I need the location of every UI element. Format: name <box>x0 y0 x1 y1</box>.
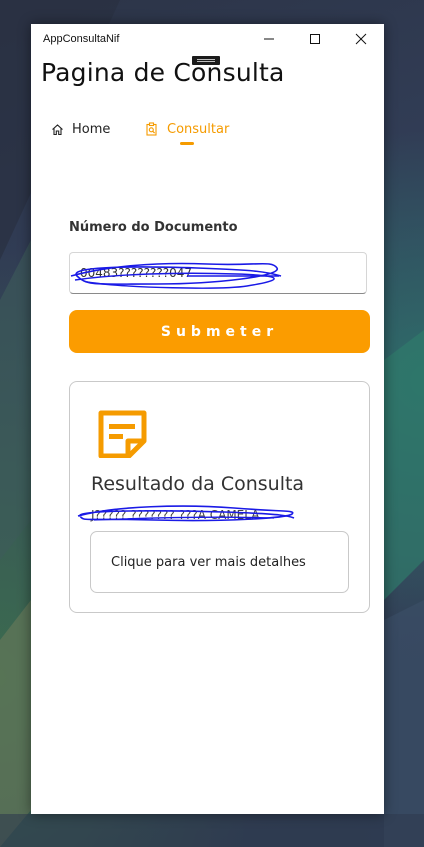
result-name-value: J????? ??????? ???A CAMELA <box>91 508 260 522</box>
search-document-icon <box>146 122 157 136</box>
app-window: AppConsultaNif Pagina de Consulta Home C… <box>31 24 384 814</box>
close-icon <box>355 33 367 45</box>
nav-item-consultar[interactable]: Consultar <box>145 114 229 144</box>
nav-active-indicator <box>180 142 194 145</box>
minimize-button[interactable] <box>246 24 292 54</box>
minimize-icon <box>264 38 274 40</box>
result-title: Resultado da Consulta <box>91 473 305 495</box>
document-number-input[interactable] <box>69 252 367 294</box>
navigation-bar: Home Consultar <box>31 114 384 148</box>
document-note-icon <box>98 410 147 458</box>
result-card: Resultado da Consulta J????? ??????? ???… <box>69 381 370 613</box>
app-title: AppConsultaNif <box>43 33 120 45</box>
title-bar[interactable]: AppConsultaNif <box>31 24 384 56</box>
page-title: Pagina de Consulta <box>41 58 285 87</box>
nav-item-consultar-label: Consultar <box>167 121 230 137</box>
nav-item-home[interactable]: Home <box>51 114 110 144</box>
nav-item-home-label: Home <box>72 121 111 137</box>
maximize-button[interactable] <box>292 24 338 54</box>
submit-button[interactable]: Submeter <box>69 310 370 353</box>
close-button[interactable] <box>338 24 384 54</box>
maximize-icon <box>310 34 320 44</box>
document-number-label: Número do Documento <box>69 220 238 235</box>
home-icon <box>52 123 63 135</box>
view-details-button[interactable]: Clique para ver mais detalhes <box>90 531 349 593</box>
